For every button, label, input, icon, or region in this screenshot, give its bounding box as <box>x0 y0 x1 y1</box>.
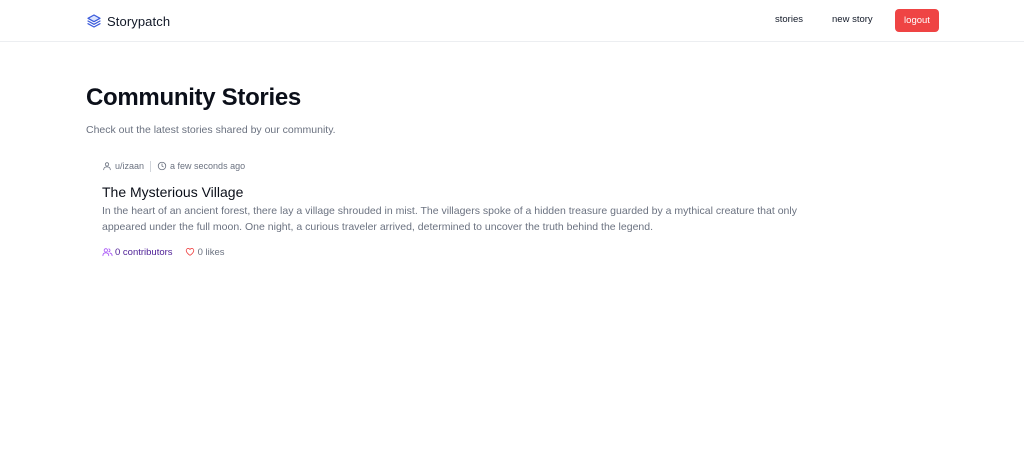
contributors-count: 0 contributors <box>115 246 173 258</box>
story-title-link[interactable]: The Mysterious Village <box>102 184 822 201</box>
story-timestamp: a few seconds ago <box>170 161 246 171</box>
nav-new-story-link[interactable]: new story <box>832 14 873 25</box>
meta-divider <box>150 160 152 172</box>
story-author[interactable]: u/izaan <box>115 161 144 171</box>
like-button[interactable]: 0 likes <box>185 247 225 258</box>
nav-stories-link[interactable]: stories <box>775 14 803 25</box>
clock-icon <box>157 161 167 171</box>
layers-icon <box>86 13 102 29</box>
story-card: u/izaan a few seconds ago The Mysterious… <box>102 159 822 259</box>
brand-name: Storypatch <box>107 13 171 29</box>
story-footer: 0 contributors 0 likes <box>102 245 822 259</box>
heart-icon <box>185 247 195 257</box>
page-title: Community Stories <box>86 84 301 111</box>
contributors-link[interactable]: 0 contributors <box>102 247 173 258</box>
user-icon <box>102 161 112 171</box>
page-subtitle: Check out the latest stories shared by o… <box>86 124 336 136</box>
story-excerpt: In the heart of an ancient forest, there… <box>102 205 797 233</box>
likes-count: 0 likes <box>197 246 225 258</box>
top-navbar: Storypatch stories new story logout <box>0 0 1024 42</box>
users-icon <box>102 247 113 257</box>
story-meta: u/izaan a few seconds ago <box>102 159 822 173</box>
logout-button[interactable]: logout <box>895 9 939 32</box>
brand-logo-link[interactable]: Storypatch <box>86 12 170 30</box>
